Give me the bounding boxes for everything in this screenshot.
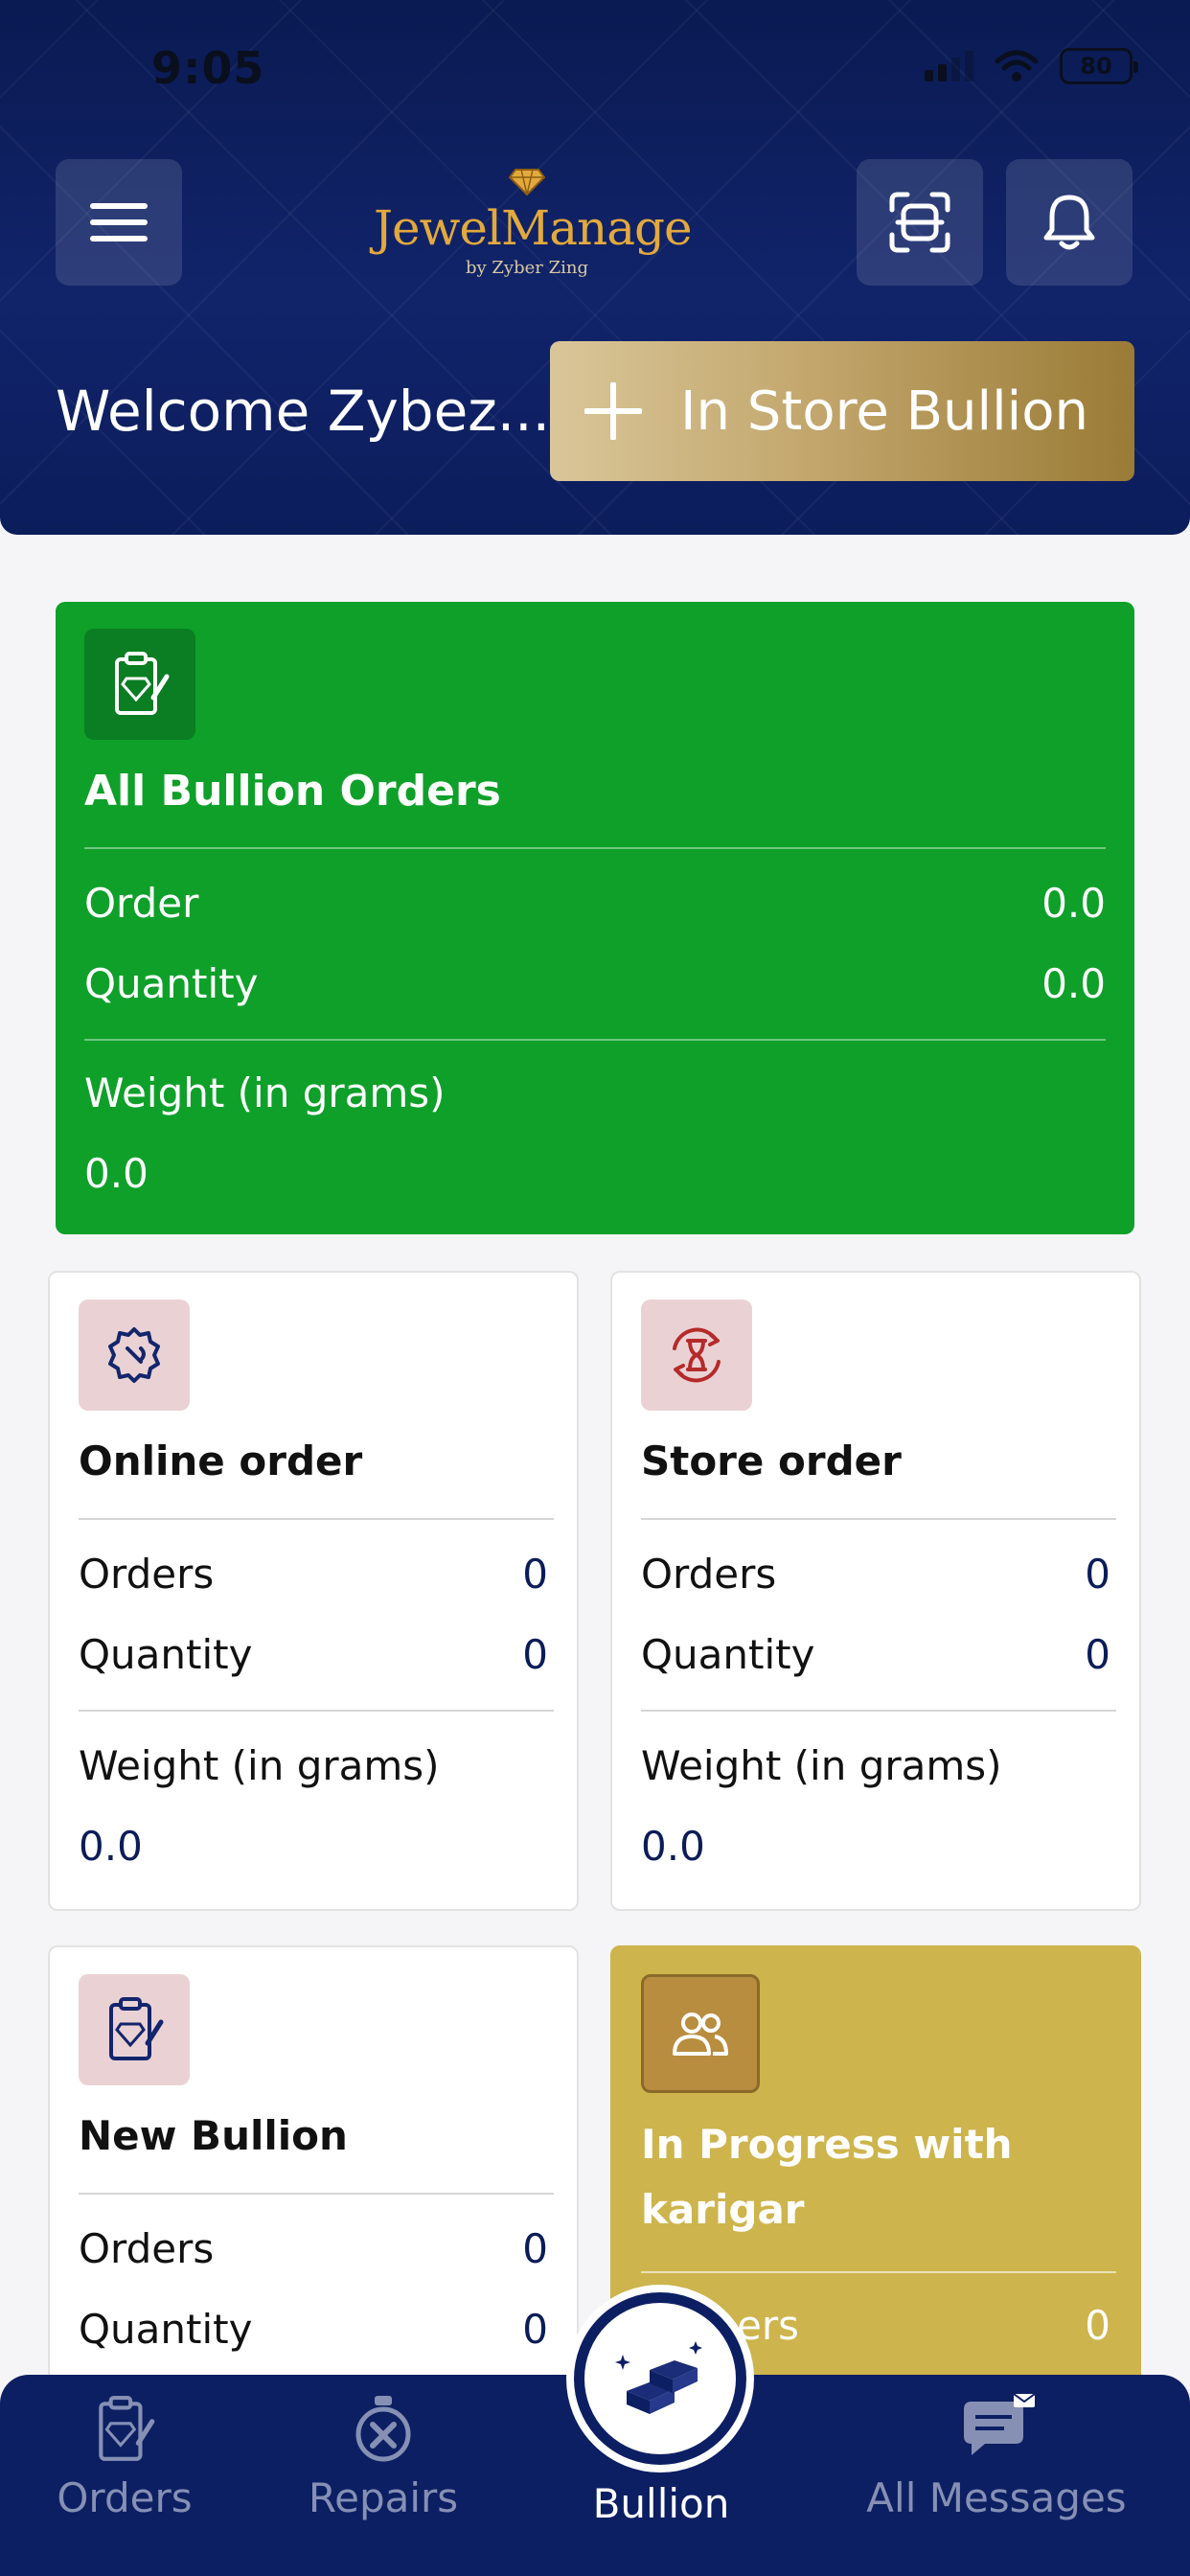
gear-wrench-icon bbox=[108, 1327, 160, 1383]
divider bbox=[79, 2193, 554, 2195]
app-logo: JewelManage by Zyber Zing bbox=[374, 168, 693, 278]
bell-icon bbox=[1043, 195, 1095, 250]
divider bbox=[84, 847, 1106, 849]
store-icon-tile bbox=[641, 1300, 752, 1411]
menu-button[interactable] bbox=[56, 159, 182, 286]
signal-icon bbox=[925, 51, 973, 81]
store-weight-label: Weight (in grams) bbox=[641, 1742, 1002, 1789]
scan-icon bbox=[889, 192, 950, 253]
order-label: Order bbox=[84, 880, 199, 927]
online-orders-label: Orders bbox=[79, 1551, 215, 1598]
app-header: 9:05 80 JewelManage by Zyber Zing Welcom… bbox=[0, 0, 1190, 535]
status-icons: 80 bbox=[925, 48, 1138, 84]
all-bullion-orders-card[interactable]: All Bullion Orders Order 0.0 Quantity 0.… bbox=[56, 602, 1134, 1234]
store-orders-value: 0 bbox=[1085, 1551, 1110, 1598]
new-quantity-label: Quantity bbox=[79, 2306, 253, 2353]
users-icon bbox=[673, 2012, 728, 2056]
store-quantity-label: Quantity bbox=[641, 1631, 815, 1678]
summary-title: All Bullion Orders bbox=[84, 767, 501, 816]
hourglass-sync-icon bbox=[673, 1327, 721, 1383]
status-time: 9:05 bbox=[151, 42, 265, 94]
online-quantity-value: 0 bbox=[522, 1631, 548, 1678]
store-order-title: Store order bbox=[641, 1438, 902, 1484]
progress-orders-value: 0 bbox=[1085, 2302, 1110, 2349]
nav-all-messages-label: All Messages bbox=[866, 2474, 1127, 2521]
notifications-button[interactable] bbox=[1006, 159, 1133, 286]
weight-value: 0.0 bbox=[84, 1150, 149, 1197]
divider bbox=[84, 1039, 1106, 1041]
wifi-icon bbox=[995, 50, 1039, 81]
weight-label: Weight (in grams) bbox=[84, 1070, 446, 1116]
online-orders-value: 0 bbox=[522, 1551, 548, 1598]
store-weight-value: 0.0 bbox=[641, 1823, 705, 1870]
nav-orders[interactable]: Orders bbox=[48, 2394, 201, 2521]
nav-bullion-label: Bullion bbox=[592, 2480, 730, 2527]
online-icon-tile bbox=[79, 1300, 190, 1411]
online-weight-value: 0.0 bbox=[79, 1823, 143, 1870]
in-store-bullion-button[interactable]: In Store Bullion bbox=[550, 341, 1134, 481]
new-orders-value: 0 bbox=[522, 2225, 548, 2272]
gold-bars-icon bbox=[615, 2341, 702, 2414]
quantity-label: Quantity bbox=[84, 960, 259, 1007]
clipboard-diamond-icon bbox=[99, 2396, 155, 2461]
logo-subtitle: by Zyber Zing bbox=[466, 258, 588, 278]
online-order-title: Online order bbox=[79, 1438, 363, 1484]
clipboard-diamond-icon bbox=[115, 652, 170, 715]
scan-button[interactable] bbox=[857, 159, 983, 286]
new-orders-label: Orders bbox=[79, 2225, 215, 2272]
summary-icon-tile bbox=[84, 629, 195, 740]
nav-bullion[interactable]: Bullion bbox=[565, 2471, 757, 2527]
new-bullion-title: New Bullion bbox=[79, 2112, 348, 2159]
quantity-value: 0.0 bbox=[1041, 960, 1106, 1007]
online-order-card[interactable]: Online order Orders 0 Quantity 0 Weight … bbox=[48, 1271, 579, 1911]
new-quantity-value: 0 bbox=[522, 2306, 548, 2353]
clipboard-diamond-icon bbox=[109, 1997, 164, 2060]
divider bbox=[641, 1710, 1116, 1712]
in-store-bullion-label: In Store Bullion bbox=[680, 380, 1088, 443]
bullion-fab-button[interactable] bbox=[566, 2285, 754, 2472]
progress-icon-tile bbox=[641, 1974, 760, 2093]
order-value: 0.0 bbox=[1041, 880, 1106, 927]
nav-repairs[interactable]: Repairs bbox=[287, 2394, 479, 2521]
plus-icon bbox=[584, 382, 642, 440]
in-progress-title-line1: In Progress with bbox=[641, 2121, 1013, 2168]
nav-orders-label: Orders bbox=[57, 2474, 193, 2521]
nav-repairs-label: Repairs bbox=[308, 2474, 459, 2521]
welcome-text: Welcome Zybez... bbox=[56, 379, 551, 444]
in-progress-title: In Progress with karigar bbox=[641, 2112, 1013, 2242]
store-quantity-value: 0 bbox=[1085, 1631, 1110, 1678]
divider bbox=[641, 1518, 1116, 1520]
divider bbox=[641, 2271, 1116, 2273]
new-icon-tile bbox=[79, 1974, 190, 2085]
chat-icon bbox=[964, 2394, 1036, 2455]
nav-all-messages[interactable]: All Messages bbox=[843, 2394, 1150, 2521]
battery-icon: 80 bbox=[1060, 48, 1138, 84]
bullion-fab-inner bbox=[581, 2299, 740, 2458]
in-progress-title-line2: karigar bbox=[641, 2186, 805, 2233]
menu-icon bbox=[90, 203, 148, 242]
divider bbox=[79, 1710, 554, 1712]
store-orders-label: Orders bbox=[641, 1551, 777, 1598]
divider bbox=[79, 1518, 554, 1520]
store-order-card[interactable]: Store order Orders 0 Quantity 0 Weight (… bbox=[610, 1271, 1141, 1911]
repair-tools-icon bbox=[355, 2396, 411, 2462]
logo-text: JewelManage bbox=[374, 200, 693, 256]
diamond-logo-icon bbox=[508, 169, 546, 196]
online-weight-label: Weight (in grams) bbox=[79, 1742, 440, 1789]
online-quantity-label: Quantity bbox=[79, 1631, 253, 1678]
